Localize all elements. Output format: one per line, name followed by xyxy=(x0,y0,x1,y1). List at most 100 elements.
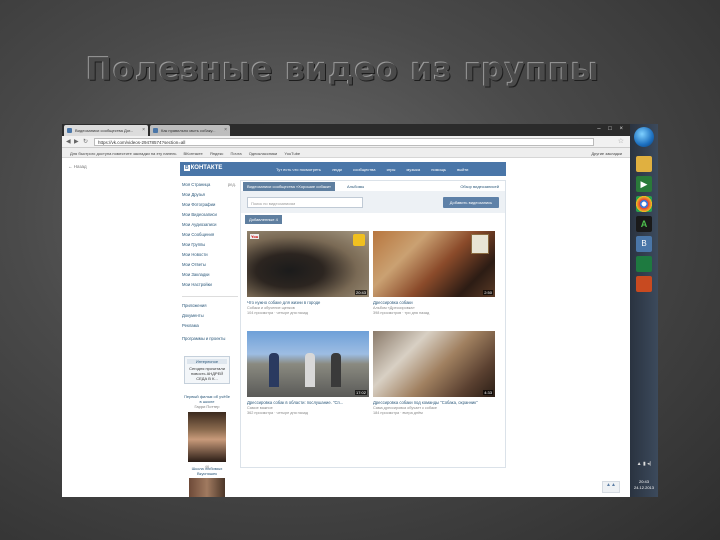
video-card[interactable]: 2:50 Дрессировка собаки Альбом «Дрессиро… xyxy=(373,231,495,315)
menu-item-ads[interactable]: Реклама xyxy=(182,321,238,331)
video-thumbnail[interactable]: You 20:43 xyxy=(247,231,369,297)
video-thumbnail[interactable]: 4:33 xyxy=(373,331,495,397)
windows-start-icon[interactable] xyxy=(634,127,654,147)
other-bookmarks[interactable]: Другие закладки xyxy=(591,151,622,156)
bookmark-item[interactable]: Для быстрого доступа поместите закладки … xyxy=(70,151,176,156)
folder-icon[interactable] xyxy=(636,156,652,172)
bookmark-item[interactable]: ВКонтакте xyxy=(184,151,203,156)
menu-item-apps[interactable]: Приложения xyxy=(182,301,238,311)
vk-page: ← Назад В КОНТАКТЕ Тут есть что посмотрет… xyxy=(62,158,630,497)
video-views: 184 просмотра · вчера днём xyxy=(373,411,423,415)
tab-albums[interactable]: Альбомы xyxy=(347,184,364,189)
window-controls[interactable]: – □ × xyxy=(597,126,626,132)
video-card[interactable]: 4:33 Дрессировка собаки под команды "Соб… xyxy=(373,331,495,415)
header-link[interactable]: выйти xyxy=(457,167,468,172)
video-subheader: Добавленные 4 xyxy=(241,213,505,225)
menu-item-documents[interactable]: Документы xyxy=(182,311,238,321)
system-tray-icons[interactable]: ▲ ▮ ◂) xyxy=(633,461,655,467)
header-link[interactable]: сообщества xyxy=(353,167,375,172)
video-tabs: Видеозаписи сообщества «Хорошие собаки» … xyxy=(241,181,505,191)
person-figure xyxy=(305,353,315,387)
ad-block-school[interactable]: Школа любимых Вкусняшек xyxy=(184,466,230,497)
header-link[interactable]: музыка xyxy=(407,167,421,172)
menu-item-videos[interactable]: Мои Видеозаписи xyxy=(182,210,238,220)
video-thumbnail[interactable]: 2:50 xyxy=(373,231,495,297)
vk-favicon-icon xyxy=(67,128,72,133)
chrome-icon[interactable] xyxy=(636,196,652,212)
video-album: Альбом «Дрессировка» xyxy=(373,306,415,310)
video-duration: 20:43 xyxy=(354,290,367,295)
powerpoint-icon[interactable] xyxy=(636,276,652,292)
video-card[interactable]: 17:02 Дрессировка собак в области: послу… xyxy=(247,331,369,415)
menu-item-friends[interactable]: Мои Друзья xyxy=(182,190,238,200)
menu-item-settings[interactable]: Мои Настройки xyxy=(182,280,238,290)
back-arrow-icon[interactable]: ◀ xyxy=(66,138,71,145)
header-link[interactable]: игры xyxy=(387,167,396,172)
taskbar-clock[interactable]: 20:43 24.12.2013 xyxy=(631,479,657,491)
video-search-row: Поиск по видеозаписям Добавить видеозапи… xyxy=(241,191,505,213)
close-tab-icon[interactable]: × xyxy=(142,127,145,133)
browser-tab-howto[interactable]: Как правильно мыть собаку... × xyxy=(150,125,230,136)
menu-item-my-page[interactable]: Моя Страница ред. xyxy=(182,180,238,190)
bookmark-item[interactable]: Яндекс xyxy=(210,151,223,156)
ad-text: Школа любимых Вкусняшек xyxy=(191,466,223,476)
menu-item-audio[interactable]: Мои Аудиозаписи xyxy=(182,220,238,230)
menu-item-news[interactable]: Мои Новости xyxy=(182,250,238,260)
slide-title: Полезные видео из группы xyxy=(86,52,600,88)
header-link[interactable]: помощь xyxy=(431,167,446,172)
bookmark-star-icon[interactable]: ☆ xyxy=(618,137,624,145)
video-panel: Видеозаписи сообщества «Хорошие собаки» … xyxy=(240,180,506,468)
menu-item-messages[interactable]: Мои Сообщения xyxy=(182,230,238,240)
bookmark-item[interactable]: Почта xyxy=(230,151,241,156)
ad-block-movie[interactable]: Первый фильм об учёбе в школе Гарри Потт… xyxy=(184,394,230,469)
ad-block-interesting[interactable]: Интересное Сегодня прочитали новость АНД… xyxy=(184,356,230,384)
vk-app-icon[interactable]: В xyxy=(636,236,652,252)
video-title[interactable]: Что нужно собаке для жизни в городе xyxy=(247,300,369,305)
video-thumbnail[interactable]: 17:02 xyxy=(247,331,369,397)
video-search-input[interactable]: Поиск по видеозаписям xyxy=(247,197,363,208)
ad-subtext: Гарри Поттер xyxy=(194,404,220,409)
bookmark-item[interactable]: YouTube xyxy=(284,151,300,156)
scroll-to-top-button[interactable]: ▲▲ xyxy=(602,481,620,493)
excel-icon[interactable] xyxy=(636,256,652,272)
forward-arrow-icon[interactable]: ▶ xyxy=(74,138,79,145)
video-card[interactable]: You 20:43 Что нужно собаке для жизни в г… xyxy=(247,231,369,315)
video-views: 362 просмотра · четыре дня назад xyxy=(247,411,308,415)
video-title[interactable]: Дрессировка собаки xyxy=(373,300,495,305)
window-shape xyxy=(471,234,489,254)
header-link[interactable]: Тут есть что посмотреть xyxy=(276,167,321,172)
menu-item-bookmarks[interactable]: Мои Закладки xyxy=(182,270,238,280)
vk-logo[interactable]: В КОНТАКТЕ xyxy=(184,165,222,171)
video-duration: 4:33 xyxy=(483,390,493,395)
bookmark-item[interactable]: Одноклассники xyxy=(249,151,278,156)
menu-item-photos[interactable]: Мои Фотографии xyxy=(182,200,238,210)
browser-tab-videos[interactable]: Видеозаписи сообщества Дог... × xyxy=(64,125,148,136)
person-figure xyxy=(331,353,341,387)
menu-edit-link[interactable]: ред. xyxy=(228,180,236,190)
vk-header: В КОНТАКТЕ Тут есть что посмотреть люди с… xyxy=(180,162,506,176)
tab-label: Как правильно мыть собаку... xyxy=(161,128,216,133)
ad-header: Интересное xyxy=(187,359,227,364)
address-bar: ◀ ▶ ↻ https://vk.com/videos-29478574?sec… xyxy=(62,136,630,148)
video-title[interactable]: Дрессировка собак в области: послушание.… xyxy=(247,400,369,405)
video-title[interactable]: Дрессировка собаки под команды "Собака, … xyxy=(373,400,495,405)
ad-image xyxy=(188,412,226,462)
menu-item-answers[interactable]: Мои Ответы xyxy=(182,260,238,270)
media-player-icon[interactable]: ▶ xyxy=(636,176,652,192)
menu-item-groups[interactable]: Мои Группы xyxy=(182,240,238,250)
added-videos-tab[interactable]: Добавленные 4 xyxy=(245,215,282,224)
ad-text: Первый фильм об учёбе в школе xyxy=(184,394,230,404)
video-album: Сама дрессировка обучает к собаке xyxy=(373,406,437,410)
header-link[interactable]: люди xyxy=(332,167,342,172)
app-a-icon[interactable]: A xyxy=(636,216,652,232)
back-link[interactable]: ← Назад xyxy=(68,164,87,169)
url-input[interactable]: https://vk.com/videos-29478574?section=a… xyxy=(94,138,594,146)
tab-label: Видеозаписи сообщества Дог... xyxy=(75,128,134,133)
tab-video-overview[interactable]: Обзор видеозаписей xyxy=(460,184,499,189)
menu-item-misc[interactable]: Программы и проекты xyxy=(182,334,238,344)
add-video-button[interactable]: Добавить видеозапись xyxy=(443,197,499,208)
video-duration: 17:02 xyxy=(354,390,367,395)
close-tab-icon[interactable]: × xyxy=(224,127,227,133)
tab-community-videos[interactable]: Видеозаписи сообщества «Хорошие собаки» xyxy=(243,182,336,191)
reload-icon[interactable]: ↻ xyxy=(83,138,88,145)
